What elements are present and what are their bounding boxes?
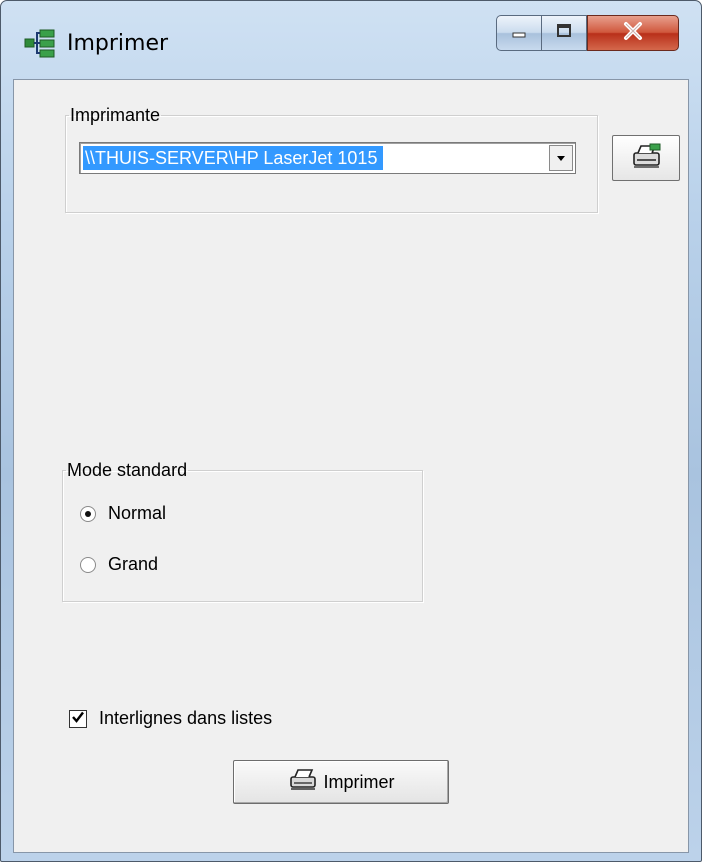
- print-button[interactable]: Imprimer: [233, 760, 449, 804]
- printer-group-legend: Imprimante: [70, 105, 161, 125]
- radio-normal-indicator[interactable]: [80, 505, 96, 522]
- dialog-body: Imprimante \\THUIS-SERVER\HP LaserJet 10…: [13, 79, 689, 853]
- printer-select-dropdown-button[interactable]: [549, 145, 573, 171]
- print-button-label: Imprimer: [323, 771, 395, 792]
- maximize-icon: [555, 22, 573, 45]
- title-bar[interactable]: Imprimer: [1, 1, 701, 79]
- mode-standard-group: Mode standard: [62, 460, 423, 602]
- radio-grand[interactable]: Grand: [80, 554, 158, 575]
- mode-group-legend: Mode standard: [67, 460, 188, 480]
- print-dialog-window: Imprimer Imprimante \\THUIS-SERVER\HP La…: [0, 0, 702, 862]
- printer-setup-icon: [629, 141, 663, 176]
- checkmark-icon: [71, 708, 85, 729]
- window-title: Imprimer: [67, 31, 169, 56]
- tree-network-icon: [23, 27, 57, 61]
- chevron-down-icon: [555, 149, 567, 167]
- checkbox-indicator[interactable]: [69, 708, 87, 729]
- minimize-icon: [510, 22, 528, 45]
- printer-select[interactable]: \\THUIS-SERVER\HP LaserJet 1015: [79, 142, 576, 174]
- maximize-button[interactable]: [541, 15, 587, 51]
- radio-normal[interactable]: Normal: [80, 503, 166, 524]
- close-button[interactable]: [587, 15, 679, 51]
- selected-printer: \\THUIS-SERVER\HP LaserJet 1015: [83, 146, 384, 170]
- line-spacing-label: Interlignes dans listes: [99, 708, 273, 728]
- printer-icon: [288, 768, 324, 797]
- radio-grand-indicator[interactable]: [80, 556, 96, 573]
- minimize-button[interactable]: [496, 15, 542, 51]
- line-spacing-checkbox[interactable]: Interlignes dans listes: [69, 708, 272, 729]
- radio-normal-label: Normal: [108, 503, 167, 523]
- printer-setup-button[interactable]: [612, 135, 680, 181]
- close-icon: [622, 21, 644, 46]
- radio-grand-label: Grand: [108, 554, 159, 574]
